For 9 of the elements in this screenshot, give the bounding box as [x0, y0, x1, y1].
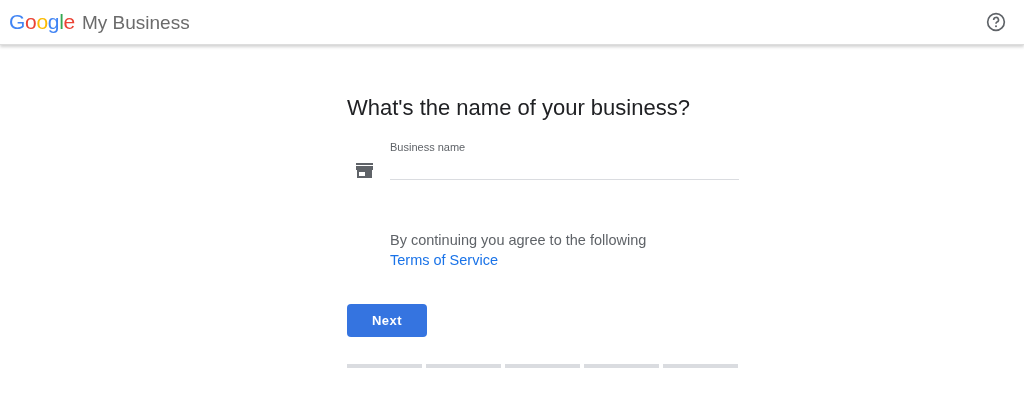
- logo: Google: [9, 10, 75, 34]
- next-button[interactable]: Next: [347, 304, 427, 337]
- store-icon: [356, 163, 373, 178]
- terms-text: By continuing you agree to the following Terms of Service: [390, 231, 648, 270]
- page-heading: What's the name of your business?: [347, 95, 691, 121]
- help-icon[interactable]: [986, 12, 1006, 32]
- terms-link[interactable]: Terms of Service: [390, 252, 498, 268]
- product-name: My Business: [82, 12, 190, 34]
- business-name-field[interactable]: Business name: [390, 141, 739, 180]
